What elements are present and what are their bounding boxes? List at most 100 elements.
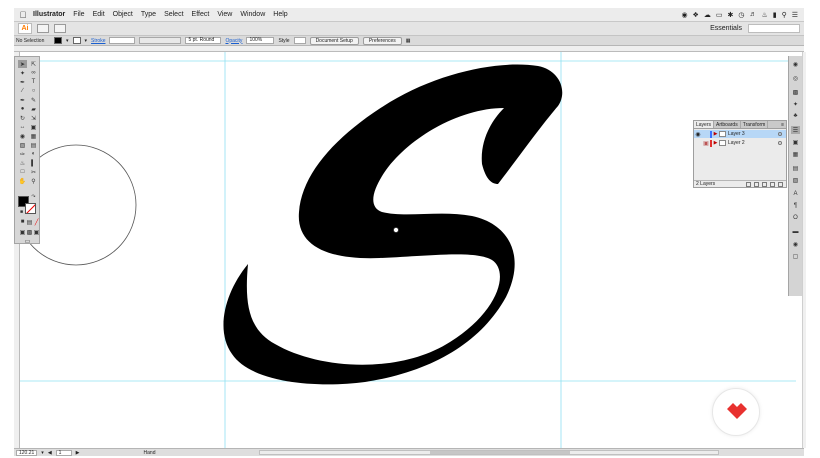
menu-type[interactable]: Type	[137, 11, 160, 18]
none-mode-icon[interactable]: ╱	[32, 218, 41, 226]
stroke-color-swatch[interactable]	[25, 203, 36, 214]
new-sublayer-icon[interactable]	[762, 181, 767, 187]
layer-name[interactable]: Layer 3	[728, 131, 745, 137]
screen-mode-icon[interactable]: ▭	[23, 237, 32, 245]
zoom-dropdown-icon[interactable]: ▾	[41, 450, 44, 456]
mesh-tool-icon[interactable]: ▧	[18, 141, 27, 149]
zoom-field[interactable]: 120.21	[16, 449, 38, 456]
transform-panel-icon[interactable]: ▦	[791, 150, 800, 158]
artboard-canvas[interactable]	[20, 52, 796, 448]
symbols-panel-icon[interactable]: ♣	[791, 112, 800, 120]
cloud-icon[interactable]: ☁	[704, 11, 711, 19]
expand-triangle-icon[interactable]: ▶	[712, 140, 719, 146]
pathfinder-panel-icon[interactable]: ▧	[791, 176, 800, 184]
panel-menu-icon[interactable]: ≡	[779, 121, 786, 128]
bridge-icon[interactable]	[37, 24, 49, 33]
stroke-label[interactable]: Stroke	[91, 38, 105, 44]
menu-view[interactable]: View	[213, 11, 236, 18]
preferences-button[interactable]: Preferences	[362, 36, 402, 45]
opacity-field[interactable]: 100%	[246, 37, 275, 44]
type-tool-icon[interactable]: T	[29, 78, 38, 86]
new-layer-icon[interactable]	[770, 181, 775, 187]
opentype-panel-icon[interactable]: O	[791, 214, 800, 222]
vertical-scrollbar[interactable]	[802, 52, 806, 448]
symbol-sprayer-tool-icon[interactable]: ♨	[18, 159, 27, 167]
spotlight-icon[interactable]: ⚲	[782, 11, 787, 19]
arrange-documents-icon[interactable]	[54, 24, 66, 33]
lasso-tool-icon[interactable]: ∞	[29, 69, 38, 77]
layer-name[interactable]: Layer 2	[728, 140, 745, 146]
menu-select[interactable]: Select	[160, 11, 187, 18]
locate-object-icon[interactable]	[746, 181, 751, 187]
rotate-tool-icon[interactable]: ↻	[18, 114, 27, 122]
brush-definition-field[interactable]: 5 pt. Round	[185, 37, 222, 44]
battery-icon[interactable]: ▮	[773, 11, 777, 19]
menu-window[interactable]: Window	[236, 11, 269, 18]
selection-tool-icon[interactable]: ➤	[18, 60, 27, 68]
notification-icon[interactable]: ☰	[792, 11, 798, 19]
target-circle-icon[interactable]	[778, 141, 782, 145]
visibility-eye-icon[interactable]: ◉	[694, 131, 702, 138]
prev-artboard-icon[interactable]: ◀	[48, 450, 52, 456]
stroke-dropdown-icon[interactable]: ▾	[85, 38, 88, 44]
tab-artboards[interactable]: Artboards	[714, 121, 741, 128]
color-panel-icon[interactable]: ◉	[791, 60, 800, 68]
target-circle-icon[interactable]	[778, 132, 782, 136]
character-panel-icon[interactable]: A	[791, 190, 800, 198]
graph-tool-icon[interactable]: ▍	[29, 159, 38, 167]
ellipse-tool-icon[interactable]: ○	[29, 87, 38, 95]
artboards-panel-icon[interactable]: ▣	[791, 138, 800, 146]
style-swatch[interactable]	[293, 37, 306, 44]
menu-file[interactable]: File	[69, 11, 88, 18]
display-icon[interactable]: ▭	[716, 11, 723, 19]
workspace-switcher[interactable]: Essentials	[710, 25, 748, 32]
apple-icon[interactable]: 	[17, 10, 29, 20]
menu-app[interactable]: Illustrator	[29, 11, 69, 18]
perspective-grid-tool-icon[interactable]: ▦	[29, 132, 38, 140]
color-guide-icon[interactable]: ◎	[791, 74, 800, 82]
zoom-tool-icon[interactable]: ⚲	[29, 177, 38, 185]
line-tool-icon[interactable]: ∕	[18, 87, 27, 95]
appearance-panel-icon[interactable]: ◉	[791, 240, 800, 248]
draw-inside-icon[interactable]: ▣	[32, 228, 41, 236]
arrange-icon[interactable]: ▦	[406, 38, 411, 44]
current-tool-status[interactable]: Hand	[144, 450, 156, 456]
stroke-panel-icon[interactable]: ▬	[791, 228, 800, 236]
fill-swatch[interactable]	[54, 37, 62, 44]
tab-layers[interactable]: Layers	[694, 121, 715, 128]
document-setup-button[interactable]: Document Setup	[309, 36, 359, 45]
menu-effect[interactable]: Effect	[188, 11, 214, 18]
default-colors-icon[interactable]: ■	[17, 208, 26, 216]
next-artboard-icon[interactable]: ▶	[76, 450, 80, 456]
clock-icon[interactable]: ◷	[738, 11, 744, 19]
layers-panel-icon[interactable]: ☰	[791, 126, 800, 134]
brushes-panel-icon[interactable]: ✦	[791, 100, 800, 108]
record-icon[interactable]: ◉	[681, 11, 687, 19]
layer-row[interactable]: ◉ ▶ Layer 3	[694, 130, 786, 138]
artboard-number-field[interactable]: 1	[55, 449, 72, 456]
dropbox-icon[interactable]: ❖	[693, 11, 699, 19]
scale-tool-icon[interactable]: ⇲	[29, 114, 38, 122]
tab-transform[interactable]: Transform	[741, 121, 769, 128]
blend-tool-icon[interactable]: ◐	[29, 150, 38, 158]
pen-tool-icon[interactable]: ✒	[18, 78, 27, 86]
pencil-tool-icon[interactable]: ✎	[29, 96, 38, 104]
menu-help[interactable]: Help	[269, 11, 291, 18]
gradient-tool-icon[interactable]: ▤	[29, 141, 38, 149]
eraser-tool-icon[interactable]: ▰	[29, 105, 38, 113]
lock-icon[interactable]: ▣	[702, 140, 710, 147]
hand-tool-icon[interactable]: ✋	[18, 177, 27, 185]
slice-tool-icon[interactable]: ✂	[29, 168, 38, 176]
opacity-label[interactable]: Opacity	[225, 38, 242, 44]
paintbrush-tool-icon[interactable]: ✒	[18, 96, 27, 104]
clipping-mask-icon[interactable]	[754, 181, 759, 187]
horizontal-scrollbar[interactable]	[259, 450, 720, 455]
wifi-icon[interactable]: ♨	[761, 11, 767, 19]
graphic-styles-panel-icon[interactable]: ▢	[791, 252, 800, 260]
menu-object[interactable]: Object	[109, 11, 137, 18]
layer-row[interactable]: ▣ ▶ Layer 2	[694, 139, 786, 147]
menu-edit[interactable]: Edit	[89, 11, 109, 18]
expand-triangle-icon[interactable]: ▶	[712, 131, 719, 137]
fill-dropdown-icon[interactable]: ▾	[66, 38, 69, 44]
direct-selection-tool-icon[interactable]: ⇱	[29, 60, 38, 68]
